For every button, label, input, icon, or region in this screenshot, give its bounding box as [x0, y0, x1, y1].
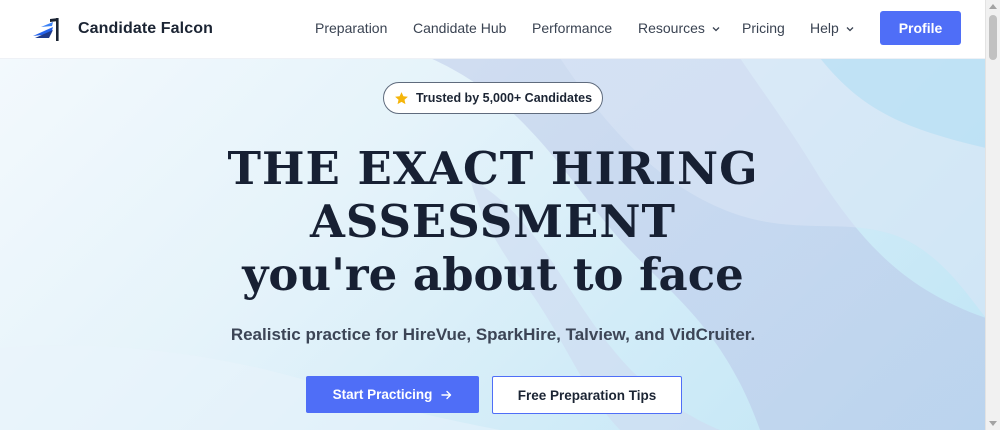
start-practicing-button[interactable]: Start Practicing	[306, 376, 479, 413]
vertical-scrollbar[interactable]	[985, 0, 1000, 430]
brand-home-link[interactable]: Candidate Falcon	[31, 14, 213, 44]
nav-item-label: Pricing	[742, 20, 785, 36]
scroll-down-arrow-icon[interactable]	[989, 421, 997, 426]
arrow-right-icon	[441, 390, 452, 399]
chevron-down-icon	[712, 26, 720, 31]
brand-name: Candidate Falcon	[78, 20, 213, 37]
nav-item-label: Preparation	[315, 20, 388, 36]
page: Candidate Falcon Preparation Candidate H…	[0, 0, 1000, 430]
headline-line-2: ASSESSMENT	[310, 195, 676, 248]
scrollbar-thumb[interactable]	[989, 15, 997, 60]
nav-item-performance[interactable]: Performance	[532, 20, 612, 36]
scroll-up-arrow-icon[interactable]	[989, 4, 997, 9]
nav-item-label: Resources	[638, 20, 705, 36]
nav-item-label: Help	[810, 20, 839, 36]
star-icon	[395, 91, 408, 104]
start-practicing-label: Start Practicing	[332, 387, 433, 402]
free-preparation-tips-button[interactable]: Free Preparation Tips	[492, 376, 682, 414]
nav-item-label: Candidate Hub	[413, 20, 507, 36]
nav-item-help[interactable]: Help	[810, 20, 854, 36]
top-navigation-bar: Candidate Falcon Preparation Candidate H…	[0, 0, 986, 59]
chevron-down-icon	[846, 26, 854, 31]
profile-button[interactable]: Profile	[880, 11, 961, 45]
hero-subtitle: Realistic practice for HireVue, SparkHir…	[230, 325, 756, 344]
trust-badge: Trusted by 5,000+ Candidates	[383, 82, 603, 114]
trust-badge-text: Trusted by 5,000+ Candidates	[415, 91, 593, 105]
nav-item-label: Performance	[532, 20, 613, 36]
nav-item-candidate-hub[interactable]: Candidate Hub	[413, 20, 506, 36]
headline-line-3: you're about to face	[242, 248, 744, 301]
nav-item-resources[interactable]: Resources	[638, 20, 720, 36]
flag-bird-logo-icon	[33, 18, 59, 41]
headline-line-1: THE EXACT HIRING	[227, 142, 759, 195]
nav-item-pricing[interactable]: Pricing	[742, 20, 785, 36]
hero-section: Trusted by 5,000+ Candidates THE EXACT H…	[0, 58, 986, 430]
hero-headline: THE EXACT HIRING ASSESSMENT you're about…	[0, 142, 986, 304]
nav-item-preparation[interactable]: Preparation	[315, 20, 387, 36]
